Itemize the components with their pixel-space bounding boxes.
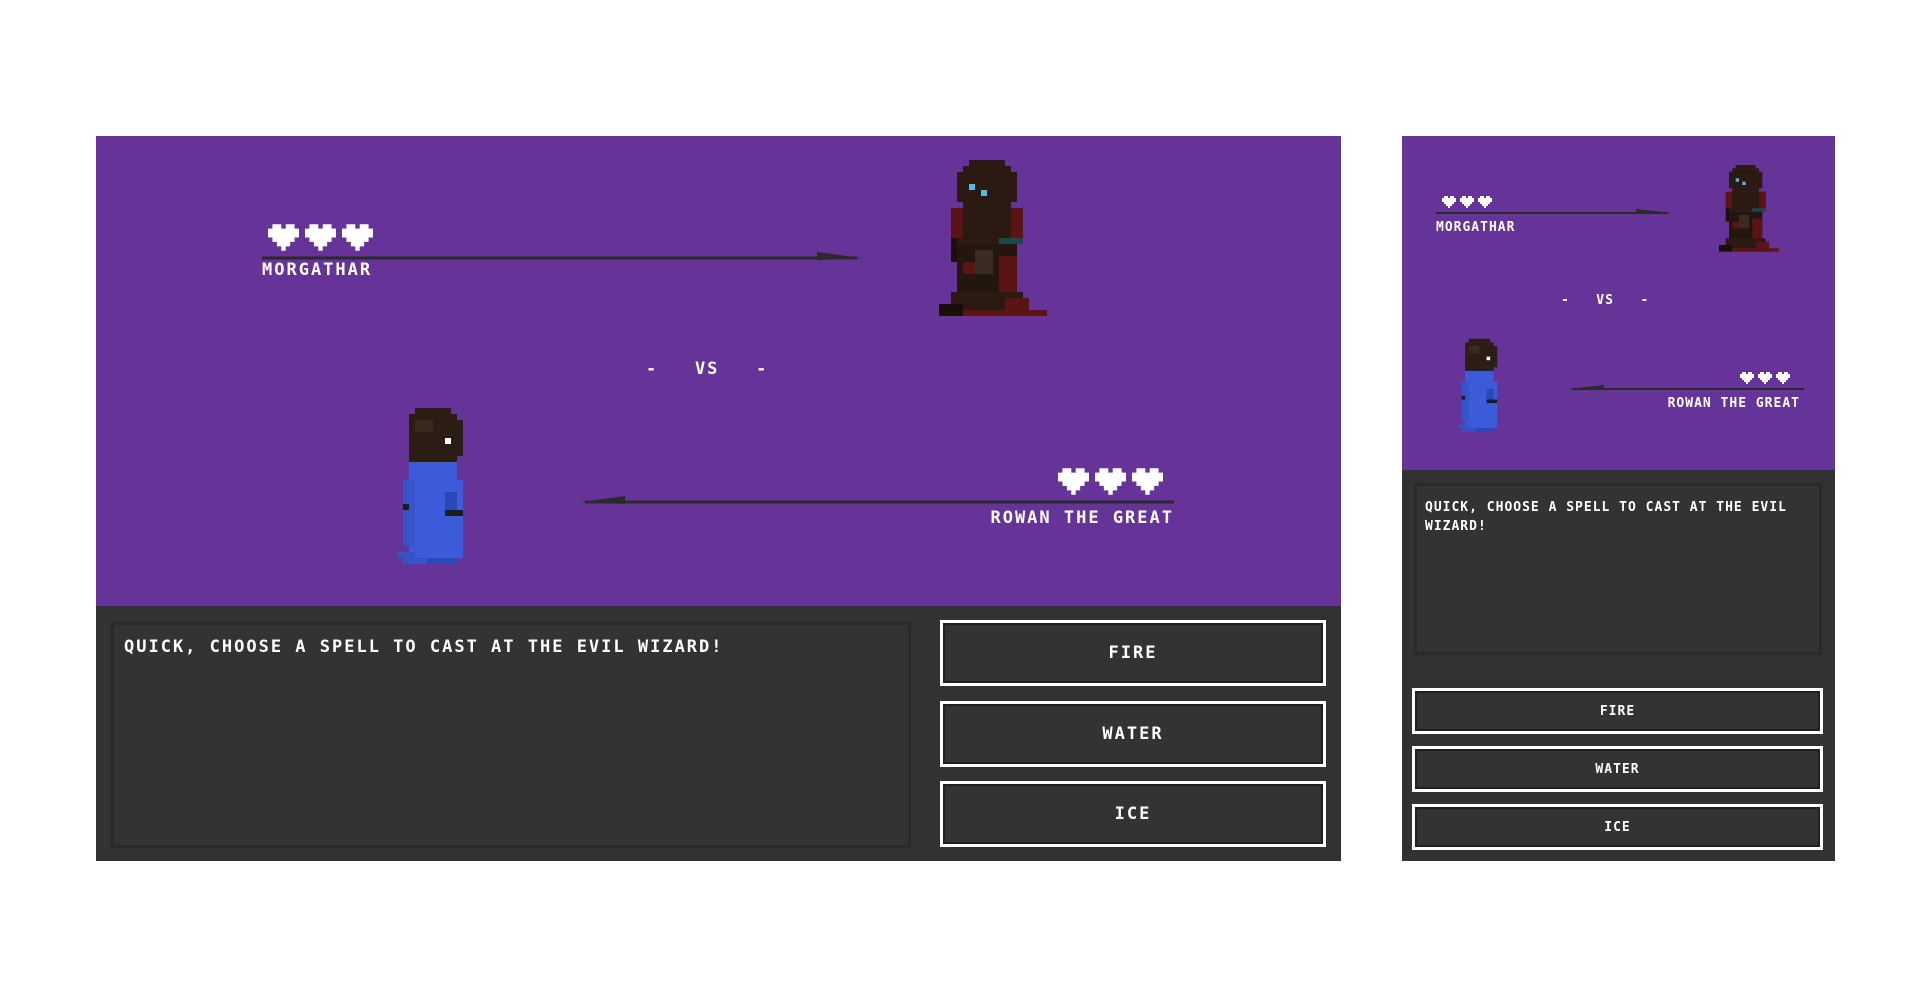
player-wizard-sprite [1458,338,1508,436]
enemy-wizard-sprite [1719,162,1779,258]
water-spell-button[interactable]: WATER [1412,746,1823,792]
player-name: ROWAN THE GREAT [990,508,1174,528]
message-text: QUICK, CHOOSE A SPELL TO CAST AT THE EVI… [1425,500,1787,534]
ice-spell-button[interactable]: ICE [940,781,1326,847]
battle-stage: MORGATHAR - VS - ROWAN THE GREAT [1402,136,1835,470]
enemy-wizard-sprite [938,160,1048,322]
ice-spell-button[interactable]: ICE [1412,804,1823,850]
battle-screen-wide: MORGATHAR - VS - ROWAN THE GREAT QUICK, … [96,136,1341,861]
enemy-name: MORGATHAR [262,260,373,280]
fire-spell-button[interactable]: FIRE [1412,688,1823,734]
message-box: QUICK, CHOOSE A SPELL TO CAST AT THE EVI… [1414,483,1822,655]
heart-icon [1058,468,1089,495]
enemy-name: MORGATHAR [1436,220,1516,235]
heart-icon [1095,468,1126,495]
player-hearts [1058,468,1163,495]
heart-icon [268,224,299,251]
message-text: QUICK, CHOOSE A SPELL TO CAST AT THE EVI… [124,637,724,657]
enemy-health-arrow [1436,209,1672,214]
battle-stage: MORGATHAR - VS - ROWAN THE GREAT [96,136,1341,606]
versus-label: - VS - [1561,293,1650,308]
heart-icon [305,224,336,251]
enemy-hearts [268,224,373,251]
battle-screen-narrow: MORGATHAR - VS - ROWAN THE GREAT QUICK, … [1402,136,1835,861]
versus-label: - VS - [646,359,769,379]
player-wizard-sprite [397,408,481,570]
heart-icon [1132,468,1163,495]
water-spell-button[interactable]: WATER [940,701,1326,767]
player-health-arrow [580,496,1174,504]
fire-spell-button[interactable]: FIRE [940,620,1326,686]
player-health-arrow [1568,385,1804,390]
player-name: ROWAN THE GREAT [1667,396,1800,411]
heart-icon [342,224,373,251]
message-box: QUICK, CHOOSE A SPELL TO CAST AT THE EVI… [111,622,911,848]
